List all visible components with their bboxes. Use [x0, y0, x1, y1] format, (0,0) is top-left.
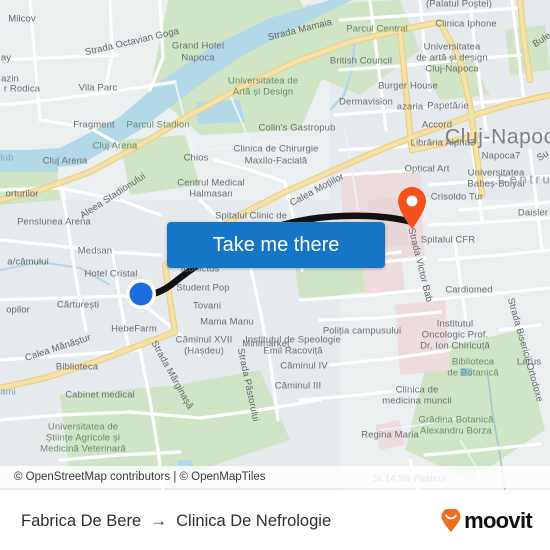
arrow-right-icon: → — [150, 511, 168, 530]
map-attribution-bar: © OpenStreetMap contributors | © OpenMap… — [0, 466, 550, 488]
origin-dot-icon[interactable] — [123, 276, 159, 312]
map-attribution-text[interactable]: © OpenStreetMap contributors | © OpenMap… — [0, 471, 266, 483]
destination-pin-icon[interactable] — [396, 186, 428, 230]
destination-name: Clinica De Nefrologie — [176, 511, 332, 530]
map-canvas[interactable]: Milcov ay azin r Rodica Strada Octavian Goga… — [0, 0, 550, 490]
origin-name: Fabrica De Bere — [21, 511, 142, 530]
route-summary: Fabrica De Bere → Clinica De Nefrologie — [0, 511, 331, 531]
take-me-there-label: Take me there — [212, 233, 340, 256]
take-me-there-button[interactable]: Take me there — [167, 222, 385, 268]
moovit-logo[interactable]: moovit — [440, 508, 533, 534]
moovit-wordmark: moovit — [464, 508, 533, 533]
moovit-pin-icon — [441, 509, 461, 532]
moovit-map-screen: Milcov ay azin r Rodica Strada Octavian Goga… — [0, 0, 550, 550]
bottom-bar: Fabrica De Bere → Clinica De Nefrologie … — [0, 490, 550, 550]
